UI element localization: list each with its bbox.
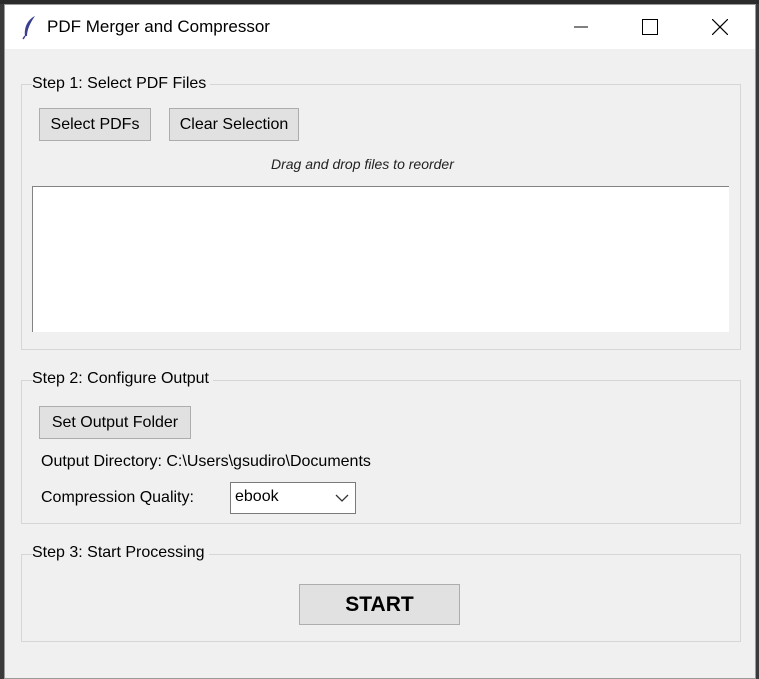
feather-icon [19,14,41,40]
pdf-file-list[interactable] [32,186,729,332]
minimize-icon [574,26,588,28]
step3-title: Step 3: Start Processing [32,544,209,562]
select-pdfs-button[interactable]: Select PDFs [39,108,151,141]
title-bar[interactable]: PDF Merger and Compressor [5,5,755,49]
maximize-icon [642,19,658,35]
window-title: PDF Merger and Compressor [47,17,270,36]
compression-quality-select[interactable]: ebook [230,482,356,514]
step1-title: Step 1: Select PDF Files [32,75,211,93]
clear-selection-button[interactable]: Clear Selection [169,108,299,141]
close-button[interactable] [697,5,743,49]
compression-quality-value: ebook [235,488,279,505]
minimize-button[interactable] [558,5,604,49]
chevron-down-icon [335,494,349,502]
drag-drop-hint: Drag and drop files to reorder [271,156,454,172]
step2-title: Step 2: Configure Output [32,370,213,388]
set-output-folder-button[interactable]: Set Output Folder [39,406,191,439]
maximize-button[interactable] [627,5,673,49]
app-window: PDF Merger and Compressor Step 1: Select… [4,4,756,679]
output-directory-label: Output Directory: C:\Users\gsudiro\Docum… [41,453,371,470]
start-button[interactable]: START [299,584,460,625]
close-icon [712,19,728,35]
compression-quality-label: Compression Quality: [41,489,194,506]
